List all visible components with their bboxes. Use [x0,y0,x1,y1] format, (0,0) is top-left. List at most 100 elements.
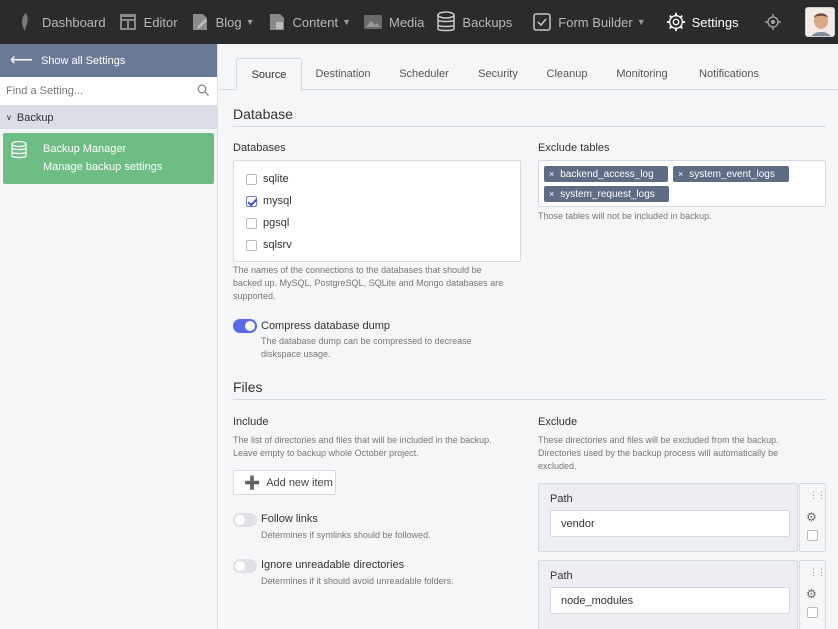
ignore-unreadable-label: Ignore unreadable directories [261,559,405,571]
checkbox[interactable] [246,239,257,251]
add-new-item-button[interactable]: ➕ Add new item [233,470,336,495]
database-icon [11,140,31,176]
crosshair-icon [763,12,783,32]
section-divider [233,126,826,127]
exclude-files-label: Exclude [538,416,578,428]
chevron-down-icon: ▼ [342,17,351,27]
plus-icon: ➕ [244,474,261,490]
tab-destination[interactable]: Destination [307,58,379,90]
settings-search [0,77,217,106]
locate-button[interactable] [757,0,795,44]
tag-label: backend_access_log [560,168,654,180]
nav-label: Backups [462,14,513,30]
compress-dump-toggle[interactable] [233,319,257,333]
tab-cleanup[interactable]: Cleanup [537,58,597,90]
tag-system-request-logs[interactable]: × system_request_logs [544,186,669,202]
checkbox[interactable] [246,217,257,229]
gear-icon[interactable]: ⚙ [806,510,817,524]
show-all-settings-link[interactable]: ⟵ Show all Settings [0,44,217,77]
follow-links-label: Follow links [261,513,318,525]
checkbox-mysql[interactable]: mysql [246,195,292,207]
section-title-database: Database [233,106,293,122]
nav-item-blog[interactable]: Blog ▼ [184,0,261,44]
include-help: The list of directories and files that w… [233,435,492,445]
drag-handle-icon[interactable]: ⋮⋮ [809,567,826,578]
gear-icon[interactable]: ⚙ [806,587,817,601]
checkbox-sqlsrv[interactable]: sqlsrv [246,239,292,251]
nav-label: Editor [143,14,178,30]
settings-group-backup[interactable]: ∨ Backup [0,106,217,129]
exclude-tables-help: Those tables will not be included in bac… [538,211,712,221]
sidebar-item-subtitle: Manage backup settings [43,161,163,173]
checkbox-checked[interactable] [246,195,257,207]
search-icon[interactable] [197,84,209,99]
remove-tag-icon[interactable]: × [678,169,683,179]
tag-system-event-logs[interactable]: × system_event_logs [673,166,789,182]
nav-label: Media [389,14,425,30]
exclude-item-controls: ⋮⋮ ⚙ [799,560,826,629]
remove-tag-icon[interactable]: × [549,189,554,199]
ignore-unreadable-toggle[interactable] [233,559,257,573]
exclude-files-help: excluded. [538,461,577,471]
media-icon [363,12,383,32]
checkbox-label: sqlite [263,173,289,185]
nav-item-settings[interactable]: Settings [660,0,745,44]
avatar[interactable] [804,7,835,37]
tab-security[interactable]: Security [469,58,527,90]
databases-help-line: backed up. MySQL, PostgreSQL, SQLite and… [233,278,504,288]
checkbox-label: mysql [263,195,292,207]
exclude-tables-taglist[interactable]: × backend_access_log × system_event_logs… [538,160,826,207]
group-label: Backup [16,111,54,124]
nav-label: Settings [691,14,739,30]
path-label: Path [550,493,573,505]
nav-item-backups[interactable]: Backups [430,0,518,44]
follow-links-toggle[interactable] [233,513,257,527]
show-all-label: Show all Settings [40,54,126,67]
settings-search-input[interactable] [6,85,197,97]
select-item-checkbox[interactable] [807,530,818,541]
databases-checkbox-list: sqlite mysql pgsql sqlsrv [233,160,521,262]
gear-icon [666,12,686,32]
section-divider [233,399,826,400]
tab-scheduler[interactable]: Scheduler [389,58,459,90]
select-item-checkbox[interactable] [807,607,818,618]
october-logo-icon [16,12,36,32]
sidebar-item-title: Backup Manager [43,143,127,155]
tag-backend-access-log[interactable]: × backend_access_log [544,166,668,182]
section-title-files: Files [233,379,263,395]
path-input[interactable]: node_modules [550,587,790,614]
tab-source[interactable]: Source [236,58,302,91]
main-content: Source Destination Scheduler Security Cl… [219,44,838,629]
nav-item-content[interactable]: Content ▼ [261,0,357,44]
checkbox[interactable] [246,173,257,185]
nav-item-editor[interactable]: Editor [112,0,184,44]
nav-item-dashboard[interactable]: Dashboard [10,0,112,44]
databases-help-line: The names of the connections to the data… [233,265,482,275]
include-label: Include [233,416,269,428]
nav-label: Blog [215,14,242,30]
checkbox-label: pgsql [263,217,290,229]
sidebar-item-backup-manager[interactable]: Backup Manager Manage backup settings [3,133,214,184]
chevron-down-icon: ▼ [245,17,255,27]
tab-bar: Source Destination Scheduler Security Cl… [219,58,838,91]
checkbox-pgsql[interactable]: pgsql [246,217,289,229]
ignore-unreadable-help: Determines if it should avoid unreadable… [261,576,454,586]
drag-handle-icon[interactable]: ⋮⋮ [809,490,826,501]
checkbox-sqlite[interactable]: sqlite [246,173,289,185]
nav-item-media[interactable]: Media [357,0,430,44]
top-navigation: Dashboard Editor Blog ▼ Content ▼ Media … [0,0,838,44]
nav-item-form-builder[interactable]: Form Builder ▼ [526,0,651,44]
exclude-files-help: Directories used by the backup process w… [538,448,779,458]
compress-dump-label: Compress database dump [261,320,391,332]
remove-tag-icon[interactable]: × [549,169,554,179]
exclude-item: Path vendor [538,483,798,552]
nav-label: Form Builder [558,14,633,30]
checkbox-label: sqlsrv [263,239,292,251]
add-new-item-label: Add new item [266,476,333,489]
tab-monitoring[interactable]: Monitoring [607,58,677,90]
path-label: Path [550,570,573,582]
compress-dump-help: diskspace usage. [261,349,331,359]
tab-notifications[interactable]: Notifications [687,58,771,90]
exclude-tables-label: Exclude tables [538,142,610,154]
path-input[interactable]: vendor [550,510,790,537]
